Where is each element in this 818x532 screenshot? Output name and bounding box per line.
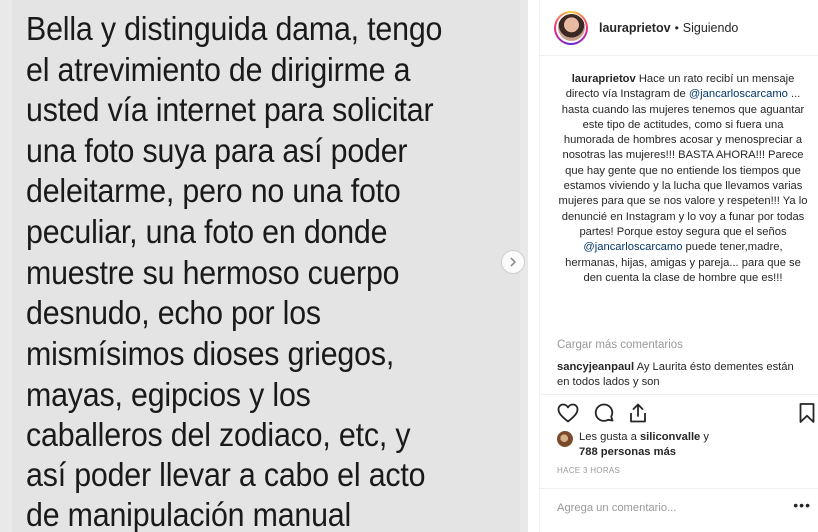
more-options-icon[interactable]: ••• <box>793 497 811 513</box>
caption-username[interactable]: lauraprietov <box>572 73 636 85</box>
liker-avatar <box>557 431 573 447</box>
likes-count[interactable]: 788 personas más <box>579 446 676 458</box>
header-username[interactable]: lauraprietov <box>599 21 671 35</box>
comment-item: sancyjeanpaul Ay Laurita ésto dementes e… <box>557 360 807 390</box>
save-button[interactable] <box>795 401 818 425</box>
separator-dot: • <box>674 20 679 35</box>
load-more-comments-link[interactable]: Cargar más comentarios <box>557 339 683 351</box>
bookmark-icon <box>799 403 815 423</box>
message-line: desnudo, echo por los <box>26 294 321 331</box>
mention-link[interactable]: @jancarloscarcamo <box>689 88 788 100</box>
share-button[interactable] <box>626 401 650 425</box>
message-line: mayas, egipcios y los <box>26 376 311 413</box>
message-line: así poder llevar a cabo el acto <box>26 456 426 493</box>
add-comment-bar: Agrega un comentario... ••• <box>540 488 818 532</box>
likes-prefix: Les gusta a <box>579 431 640 443</box>
post-caption: lauraprietov Hace un rato recibí un mens… <box>557 72 809 286</box>
following-button[interactable]: Siguiendo <box>683 21 739 35</box>
mention-link[interactable]: @jancarloscarcamo <box>583 241 682 253</box>
message-line: usted vía internet para solicitar <box>26 91 434 128</box>
share-icon <box>630 403 646 423</box>
message-line: peculiar, una foto en donde <box>26 213 388 250</box>
chevron-right-icon <box>510 257 517 267</box>
avatar[interactable] <box>554 10 588 45</box>
post-side-panel: lauraprietov • Siguiendo lauraprietov Ha… <box>539 0 818 532</box>
comment-button[interactable] <box>592 401 616 425</box>
message-line: el atrevimiento de dirigirme a <box>26 51 411 88</box>
post-photo: Bella y distinguida dama, tengo el atrev… <box>0 0 528 532</box>
liker-username[interactable]: siliconvalle <box>640 431 700 443</box>
message-line: Bella y distinguida dama, tengo <box>26 10 443 47</box>
message-line: una foto suya para así poder <box>26 132 408 169</box>
message-line: deleitarme, pero no una foto <box>26 172 401 209</box>
heart-icon <box>557 403 579 423</box>
comment-username[interactable]: sancyjeanpaul <box>557 361 634 373</box>
message-line: caballeros del zodiaco, etc, y <box>26 416 411 453</box>
message-line: de manipulación manual <box>26 496 352 532</box>
caption-text: ... hasta cuando las mujeres tenemos que… <box>558 88 808 238</box>
speech-bubble-icon <box>594 403 614 422</box>
like-button[interactable] <box>556 401 580 425</box>
message-line: muestre su hermoso cuerpo <box>26 254 400 291</box>
comment-input[interactable]: Agrega un comentario... <box>557 502 676 514</box>
likes-summary[interactable]: Les gusta a siliconvalle y 788 personas … <box>557 430 709 460</box>
message-line: mismísimos dioses griegos, <box>26 335 395 372</box>
post-timestamp: HACE 3 HORAS <box>557 466 621 475</box>
likes-conjunction: y <box>700 431 709 443</box>
next-photo-button[interactable] <box>501 250 525 274</box>
post-header: lauraprietov • Siguiendo <box>540 0 818 56</box>
action-bar <box>540 394 818 430</box>
